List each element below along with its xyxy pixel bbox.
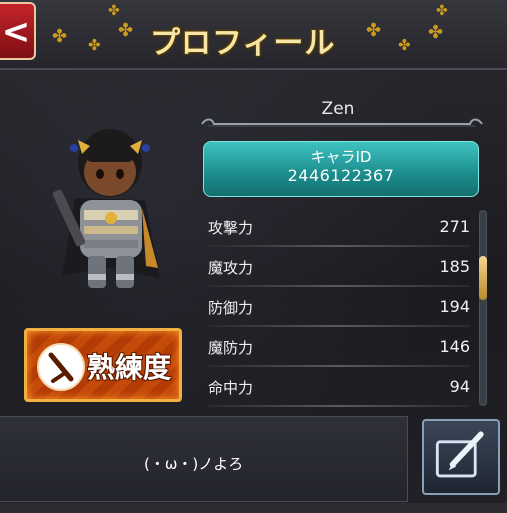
character-id-label: キャラID [310, 148, 372, 166]
stat-row-magic-attack: 魔攻力 185 [208, 250, 470, 290]
edit-pencil-icon [435, 431, 484, 478]
stat-label: 魔防力 [208, 339, 254, 357]
name-divider [201, 118, 483, 127]
comment-text: (・ω・)ノよろ [144, 455, 244, 473]
clover-ornament-icon: ✤ [52, 26, 68, 47]
stats-scrollbar[interactable] [479, 210, 487, 406]
clover-ornament-icon: ✤ [436, 3, 448, 19]
stat-divider [208, 325, 470, 327]
character-name: Zen [321, 99, 355, 119]
clover-ornament-icon: ✤ [366, 20, 382, 41]
stat-row-defense: 防御力 194 [208, 290, 470, 330]
stats-list: 攻撃力 271 魔攻力 185 防御力 194 魔防力 146 命中力 94 [208, 210, 470, 410]
profile-screen: < ✤ ✤ ✤ ✤ ✤ ✤ ✤ ✤ プロフィール 熟練度 Zen キャラID 2… [0, 0, 507, 513]
stat-value: 194 [439, 297, 470, 316]
mastery-button[interactable]: 熟練度 [24, 328, 182, 402]
edit-comment-button[interactable] [422, 419, 500, 495]
stat-divider [208, 245, 470, 247]
scroll-thumb[interactable] [479, 256, 487, 300]
stat-value: 146 [439, 337, 470, 356]
stat-label: 攻撃力 [208, 219, 254, 237]
clover-ornament-icon: ✤ [428, 22, 444, 43]
comment-box[interactable]: (・ω・)ノよろ [0, 416, 408, 502]
clover-ornament-icon: ✤ [118, 20, 134, 41]
stat-row-accuracy: 命中力 94 [208, 370, 470, 410]
stat-label: 命中力 [208, 379, 254, 397]
stat-divider [208, 285, 470, 287]
back-button[interactable]: < [0, 2, 36, 60]
clover-ornament-icon: ✤ [88, 36, 101, 54]
character-avatar [52, 129, 160, 288]
stat-row-magic-defense: 魔防力 146 [208, 330, 470, 370]
mastery-label: 熟練度 [87, 351, 172, 384]
stat-divider [208, 365, 470, 367]
clover-ornament-icon: ✤ [398, 36, 411, 54]
page-title: プロフィール [150, 26, 336, 61]
stat-divider [208, 405, 470, 407]
bottom-strip [0, 503, 507, 513]
stat-value: 185 [439, 257, 470, 276]
stat-value: 94 [449, 377, 470, 396]
stat-label: 魔攻力 [208, 259, 254, 277]
stat-row-attack: 攻撃力 271 [208, 210, 470, 250]
stat-label: 防御力 [208, 299, 254, 317]
title-banner: < ✤ ✤ ✤ ✤ ✤ ✤ ✤ ✤ プロフィール [0, 0, 507, 70]
back-chevron-icon: < [1, 12, 31, 52]
character-id-box: キャラID 2446122367 [203, 141, 479, 197]
character-id-value: 2446122367 [287, 166, 395, 185]
stat-value: 271 [439, 217, 470, 236]
clover-ornament-icon: ✤ [108, 3, 120, 19]
sword-icon [37, 343, 85, 391]
